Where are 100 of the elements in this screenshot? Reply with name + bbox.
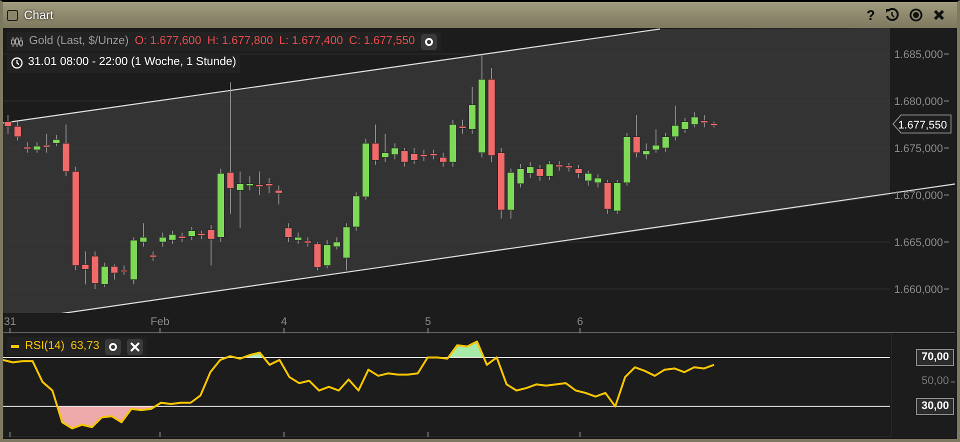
candle: [130, 236, 138, 285]
candle: [497, 148, 505, 219]
close-value: C: 1.677,550: [349, 34, 415, 49]
candle: [594, 174, 602, 188]
candle: [449, 119, 457, 168]
candle: [662, 132, 670, 152]
candle: [265, 178, 273, 194]
candle: [584, 170, 592, 186]
candle: [207, 224, 215, 266]
candle: [672, 105, 680, 141]
candle: [342, 222, 350, 271]
time-axis-label: 31: [4, 316, 16, 328]
overbought-area: [448, 342, 484, 358]
candle: [275, 185, 283, 205]
high-value: H: 1.677,800: [207, 34, 274, 49]
candle: [420, 149, 428, 162]
candle: [623, 132, 631, 186]
candle: [284, 222, 292, 242]
candle: [178, 232, 186, 242]
candle: [333, 236, 341, 250]
candle: [381, 134, 389, 162]
candle: [120, 265, 128, 276]
candle: [468, 86, 476, 134]
close-icon[interactable]: [933, 9, 945, 21]
window-checkbox[interactable]: [7, 10, 18, 20]
remove-button[interactable]: [127, 338, 144, 355]
close-icon: [130, 342, 140, 352]
clock-icon: [11, 56, 23, 69]
candle: [140, 222, 148, 248]
price-axis-label: 1.675,000: [894, 143, 943, 155]
time-axis-label: 5: [424, 316, 432, 328]
target-icon[interactable]: [909, 8, 923, 22]
candle: [430, 149, 438, 160]
open-value: O: 1.677,600: [134, 34, 202, 49]
candle: [149, 251, 157, 262]
candle: [410, 148, 418, 164]
candle: [362, 138, 370, 200]
time-axis-label: 4: [280, 316, 288, 328]
candle: [314, 242, 322, 271]
candle: [42, 134, 50, 154]
candle: [604, 180, 612, 214]
price-axis-label: 1.665,000: [894, 237, 943, 249]
candle: [110, 264, 118, 280]
rsi-axis-label: 50,00: [920, 374, 950, 390]
candle: [62, 124, 70, 177]
candle: [690, 112, 698, 128]
candle: [391, 142, 399, 160]
candle: [372, 124, 380, 166]
candle: [14, 121, 22, 141]
candle: [82, 251, 90, 285]
candle: [323, 240, 331, 269]
candle: [4, 114, 12, 134]
candle: [400, 148, 408, 168]
window-title: Chart: [24, 7, 54, 24]
candle: [33, 142, 41, 154]
candle: [642, 142, 650, 160]
price-axis-label: 1.685,000: [894, 49, 943, 61]
candle: [546, 160, 554, 180]
price-axis-label: 1.660,000: [894, 284, 943, 296]
candle: [304, 236, 312, 248]
candle: [198, 230, 206, 240]
candlestick-icon: [11, 36, 23, 48]
candle: [507, 168, 515, 219]
rsi-axis-label: 70,00: [916, 348, 954, 366]
candle: [294, 232, 302, 244]
candle: [52, 134, 60, 147]
rsi-value: 63,73: [70, 339, 100, 354]
candle: [256, 171, 264, 196]
help-button[interactable]: ?: [866, 8, 875, 22]
rsi-name: RSI(14): [25, 339, 65, 354]
rsi-legend-swatch: [11, 345, 19, 348]
candle: [439, 152, 447, 168]
candle: [246, 176, 254, 191]
candle: [159, 232, 166, 248]
candle: [458, 119, 466, 134]
candle: [91, 251, 99, 290]
price-axis-label: 1.670,000: [894, 190, 943, 202]
candle: [710, 121, 718, 128]
candle: [652, 128, 660, 154]
settings-button[interactable]: [105, 338, 122, 355]
candle: [556, 160, 563, 171]
candle: [352, 192, 360, 232]
reset-icon[interactable]: [885, 8, 899, 22]
low-value: L: 1.677,400: [279, 34, 344, 49]
settings-button[interactable]: [420, 34, 437, 50]
candle: [168, 230, 176, 244]
candle: [24, 142, 32, 154]
candle: [574, 164, 582, 178]
candle: [100, 262, 108, 288]
candle: [188, 226, 196, 241]
price-axis-label: 1.680,000: [894, 96, 943, 108]
candle: [536, 164, 544, 182]
rsi-axis-label: 30,00: [916, 398, 954, 415]
candle: [526, 162, 534, 178]
candle: [681, 118, 689, 134]
candle: [236, 171, 244, 228]
instrument-label: Gold (Last, $/Unze): [29, 34, 129, 49]
candle: [516, 164, 524, 188]
time-axis-label: Feb: [150, 316, 170, 328]
time-axis-label: 6: [576, 316, 584, 328]
